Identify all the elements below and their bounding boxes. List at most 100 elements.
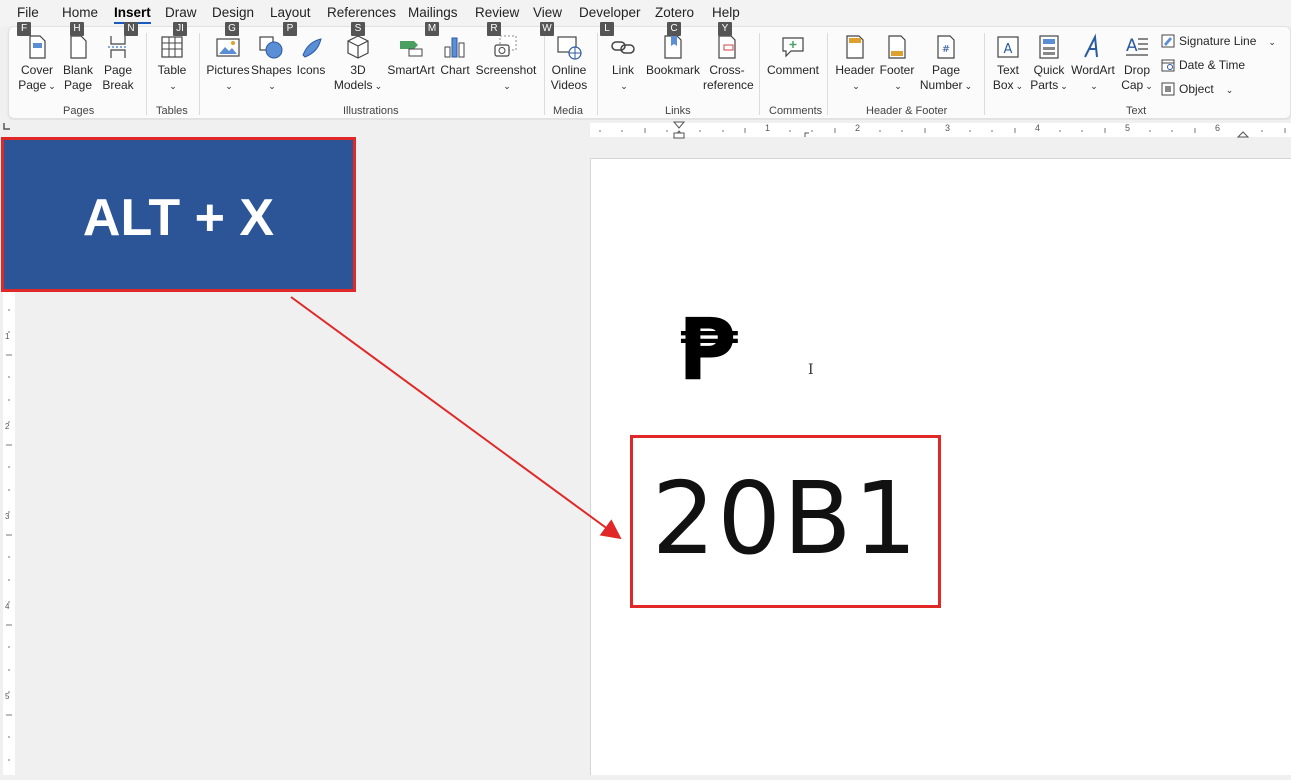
footer-button[interactable]: Footer ⌄ — [877, 33, 917, 94]
tab-developer[interactable]: Developer — [579, 5, 641, 20]
blank-page-icon — [70, 35, 87, 59]
group-label-tables: Tables — [156, 105, 188, 117]
signature-icon — [1161, 34, 1175, 48]
group-divider — [827, 33, 828, 115]
link-icon — [611, 41, 635, 54]
chevron-down-icon: ⌄ — [503, 81, 511, 91]
blank-page-button[interactable]: Blank Page — [59, 33, 97, 93]
comment-button[interactable]: Comment — [765, 33, 821, 78]
smartart-button[interactable]: SmartArt — [387, 33, 435, 78]
signature-line-label: Signature Line — [1179, 34, 1257, 48]
ruler-number: 1 — [765, 123, 771, 133]
footer-icon — [888, 35, 906, 59]
ribbon-tab-bar: File Home Insert Draw Design Layout Refe… — [0, 0, 1291, 26]
cover-page-icon — [29, 35, 46, 59]
shapes-button[interactable]: Shapes ⌄ — [251, 33, 292, 94]
cover-page-button[interactable]: Cover Page ⌄ — [17, 33, 57, 94]
date-time-button[interactable]: Date & Time — [1161, 58, 1245, 72]
blank-page-label-1: Blank — [62, 63, 94, 77]
chart-button[interactable]: Chart — [437, 33, 473, 78]
tab-view[interactable]: View — [533, 5, 562, 20]
vertical-ruler-number: 5 — [5, 692, 10, 701]
bookmark-icon — [664, 35, 682, 59]
cube-icon — [347, 35, 369, 59]
page-number-button[interactable]: # Page Number ⌄ — [919, 33, 973, 94]
cross-reference-icon — [718, 35, 736, 59]
chart-icon — [444, 37, 465, 58]
keytip-review: R — [487, 22, 501, 36]
group-label-pages: Pages — [63, 105, 95, 117]
3d-models-label-2: Models — [333, 78, 373, 92]
group-divider — [146, 33, 147, 115]
tab-layout[interactable]: Layout — [270, 5, 311, 20]
link-button[interactable]: Link ⌄ — [605, 33, 641, 94]
smartart-label: SmartArt — [387, 63, 435, 77]
tab-home[interactable]: Home — [62, 5, 98, 20]
wordart-button[interactable]: WordArt ⌄ — [1069, 33, 1117, 94]
group-label-media: Media — [553, 105, 583, 117]
online-videos-button[interactable]: Online Videos — [549, 33, 589, 93]
group-divider — [544, 33, 545, 115]
signature-line-button[interactable]: Signature Line ⌄ — [1161, 34, 1276, 48]
tab-zotero[interactable]: Zotero — [655, 5, 694, 20]
tab-design[interactable]: Design — [212, 5, 254, 20]
table-button[interactable]: Table ⌄ — [152, 33, 192, 94]
tab-file[interactable]: File — [17, 5, 39, 20]
vertical-ruler-number: 4 — [5, 602, 10, 611]
shortcut-callout: ALT + X — [1, 137, 356, 292]
header-icon — [846, 35, 864, 59]
tab-help[interactable]: Help — [712, 5, 740, 20]
tab-insert[interactable]: Insert — [114, 5, 151, 24]
smartart-icon — [400, 41, 423, 57]
bookmark-button[interactable]: Bookmark — [643, 33, 703, 78]
footer-label: Footer — [879, 63, 915, 77]
text-box-button[interactable]: A Text Box ⌄ — [989, 33, 1027, 94]
pictures-icon — [216, 38, 240, 57]
svg-text:#: # — [942, 44, 950, 55]
screenshot-button[interactable]: Screenshot ⌄ — [475, 33, 537, 94]
header-button[interactable]: Header ⌄ — [835, 33, 875, 94]
cross-reference-label-2: reference — [703, 78, 754, 92]
icons-icon — [302, 38, 322, 58]
cover-page-label-1: Cover — [20, 63, 53, 77]
page-break-button[interactable]: Page Break — [99, 33, 137, 93]
group-label-links: Links — [665, 105, 691, 117]
icons-label: Icons — [296, 63, 326, 77]
quick-parts-button[interactable]: Quick Parts ⌄ — [1029, 33, 1069, 94]
page-break-label-1: Page — [103, 63, 133, 77]
chevron-down-icon: ⌄ — [964, 81, 973, 91]
keytip-zotero: C — [667, 22, 681, 36]
tab-review[interactable]: Review — [475, 5, 519, 20]
object-button[interactable]: Object ⌄ — [1161, 82, 1233, 96]
table-label: Table — [157, 63, 187, 77]
shapes-label: Shapes — [251, 63, 292, 77]
pictures-button[interactable]: Pictures ⌄ — [205, 33, 251, 94]
insert-ribbon: Cover Page ⌄ Blank Page Page Break Pages … — [8, 26, 1291, 119]
drop-cap-button[interactable]: A Drop Cap ⌄ — [1117, 33, 1157, 94]
chevron-down-icon: ⌄ — [1268, 37, 1276, 47]
online-videos-label-1: Online — [551, 63, 587, 77]
chevron-down-icon: ⌄ — [225, 81, 233, 91]
icons-button[interactable]: Icons — [293, 33, 329, 78]
page-number-label-2: Number — [919, 78, 963, 92]
keytip-developer: L — [600, 22, 614, 36]
chevron-down-icon: ⌄ — [894, 81, 902, 91]
tab-draw[interactable]: Draw — [165, 5, 197, 20]
chevron-down-icon: ⌄ — [169, 81, 177, 91]
comment-label: Comment — [766, 63, 819, 77]
text-box-icon: A — [997, 36, 1019, 58]
3d-models-button[interactable]: 3D Models ⌄ — [331, 33, 385, 94]
group-label-illustrations: Illustrations — [343, 105, 399, 117]
chevron-down-icon: ⌄ — [374, 81, 383, 91]
wordart-label: WordArt — [1071, 63, 1115, 77]
comment-icon — [782, 37, 804, 58]
cross-reference-button[interactable]: Cross- reference — [703, 33, 754, 93]
wordart-icon — [1084, 33, 1098, 58]
bookmark-label: Bookmark — [645, 63, 701, 77]
page-break-label-2: Break — [102, 78, 134, 92]
keytip-help: Y — [718, 22, 732, 36]
tab-references[interactable]: References — [327, 5, 396, 20]
drop-cap-label-2: Cap — [1121, 78, 1144, 92]
chevron-down-icon: ⌄ — [1225, 85, 1234, 95]
tab-mailings[interactable]: Mailings — [408, 5, 458, 20]
